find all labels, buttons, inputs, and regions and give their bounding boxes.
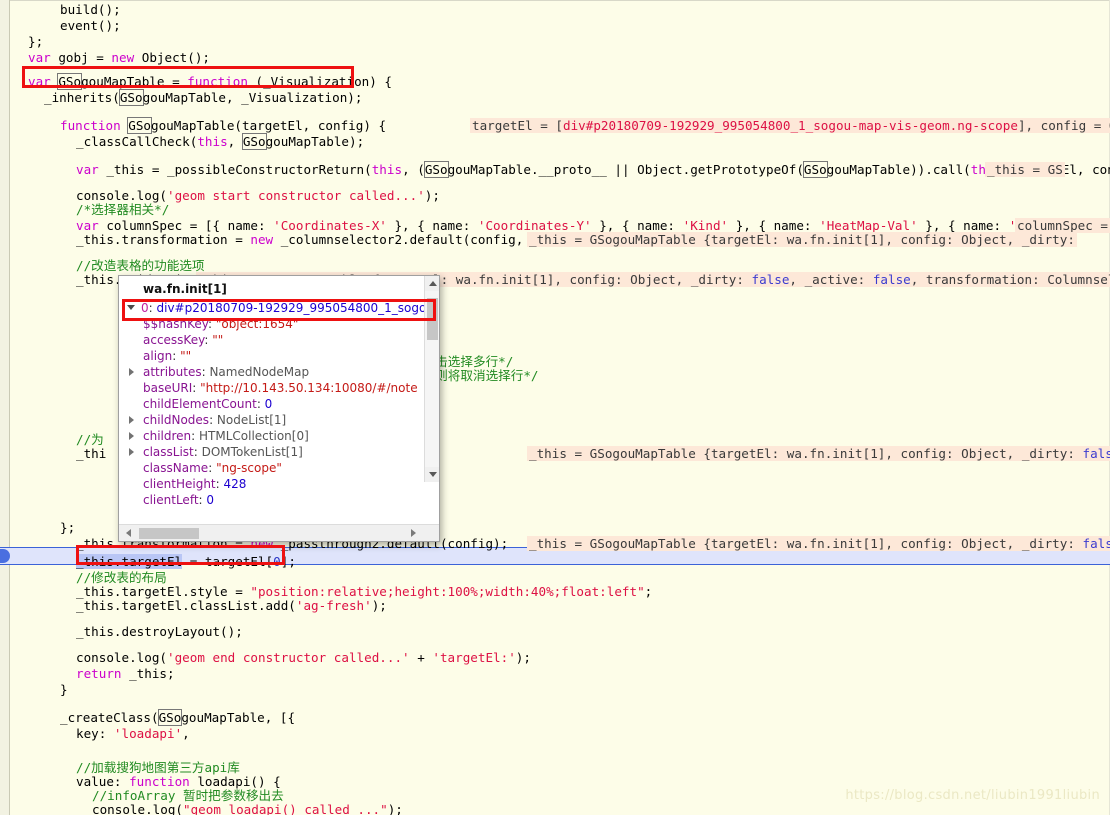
- popup-property-row[interactable]: 0: div#p20180709-192929_995054800_1_sogo…: [119, 300, 439, 316]
- property-separator: :: [192, 381, 201, 395]
- code-line[interactable]: };: [28, 34, 43, 50]
- popup-property-row[interactable]: attributes: NamedNodeMap: [119, 364, 439, 380]
- code-line[interactable]: key: 'loadapi',: [76, 726, 190, 742]
- scroll-left-button[interactable]: [121, 525, 136, 541]
- inline-debug-value: _this = GSogouMapTable {targetEl: wa.fn.…: [527, 536, 1110, 552]
- vertical-scroll-thumb[interactable]: [427, 298, 438, 340]
- property-value: 428: [223, 477, 247, 491]
- property-value: div#p20180709-192929_995054800_1_sogou-m…: [156, 301, 440, 315]
- popup-property-row[interactable]: $$hashKey: "object:1654": [119, 316, 439, 332]
- code-line[interactable]: build();: [60, 2, 121, 18]
- property-value: 0: [206, 493, 215, 506]
- property-value: DOMTokenList[1]: [201, 445, 303, 459]
- inline-debug-value: _this = GSogouMapTable {targetEl: wa.fn.…: [527, 446, 1110, 462]
- property-value: 0: [264, 397, 273, 411]
- code-line[interactable]: _this.destroyLayout();: [76, 624, 243, 640]
- popup-property-row[interactable]: accessKey: "": [119, 332, 439, 348]
- property-key: clientHeight: [143, 477, 216, 491]
- popup-property-row[interactable]: clientHeight: 428: [119, 476, 439, 492]
- popup-horizontal-scrollbar[interactable]: [119, 524, 439, 541]
- property-key: attributes: [143, 365, 202, 379]
- property-key: accessKey: [143, 333, 205, 347]
- property-value: NodeList[1]: [216, 413, 287, 427]
- property-separator: :: [148, 301, 157, 315]
- popup-property-row[interactable]: children: HTMLCollection[0]: [119, 428, 439, 444]
- code-line[interactable]: _thi: [76, 446, 106, 462]
- property-separator: :: [193, 445, 202, 459]
- popup-title: wa.fn.init[1]: [119, 276, 439, 300]
- triangle-down-icon: [429, 472, 437, 477]
- chevron-down-icon[interactable]: [127, 305, 135, 310]
- object-inspector-popup[interactable]: wa.fn.init[1] 0: div#p20180709-192929_99…: [118, 275, 440, 542]
- inline-debug-value: _this = GSogouMapTable {targetEl: wa.fn.…: [527, 232, 1077, 247]
- triangle-up-icon: [429, 281, 437, 286]
- property-key: childNodes: [143, 413, 210, 427]
- property-value: HTMLCollection[0]: [199, 429, 309, 443]
- property-value: "object:1654": [215, 317, 299, 331]
- triangle-left-icon: [126, 529, 131, 537]
- property-key: 0: [141, 301, 149, 315]
- scroll-down-button[interactable]: [425, 467, 439, 482]
- code-line[interactable]: }: [60, 682, 68, 698]
- popup-property-row[interactable]: align: "": [119, 348, 439, 364]
- triangle-right-icon: [411, 529, 416, 537]
- chevron-right-icon[interactable]: [129, 448, 134, 456]
- code-line[interactable]: var gobj = new Object();: [28, 50, 210, 66]
- property-separator: :: [204, 333, 213, 347]
- code-line[interactable]: _this.targetEl.classList.add('ag-fresh')…: [76, 598, 387, 614]
- property-key: childElementCount: [143, 397, 257, 411]
- popup-vertical-scrollbar[interactable]: [424, 276, 439, 482]
- popup-property-row[interactable]: className: "ng-scope": [119, 460, 439, 476]
- property-separator: :: [191, 429, 200, 443]
- property-separator: :: [209, 413, 217, 427]
- property-key: clientLeft: [143, 493, 199, 506]
- code-line[interactable]: event();: [60, 18, 121, 34]
- property-value: "ng-scope": [216, 461, 282, 475]
- property-key: children: [143, 429, 192, 443]
- code-line[interactable]: _this.targetEl = targetEl[0];: [76, 554, 296, 570]
- scroll-up-button[interactable]: [425, 276, 439, 291]
- property-separator: :: [207, 317, 216, 331]
- code-line[interactable]: /*选择器相关*/: [76, 202, 169, 218]
- property-separator: :: [208, 461, 217, 475]
- property-value: NamedNodeMap: [209, 365, 310, 379]
- popup-property-row[interactable]: clientLeft: 0: [119, 492, 439, 506]
- horizontal-scroll-thumb[interactable]: [139, 528, 199, 539]
- property-key: baseURI: [143, 381, 193, 395]
- property-key: classList: [143, 445, 194, 459]
- code-line[interactable]: console.log('geom end constructor called…: [76, 650, 531, 666]
- chevron-right-icon[interactable]: [129, 416, 134, 424]
- scroll-right-button[interactable]: [406, 525, 421, 541]
- property-separator: :: [172, 349, 181, 363]
- inline-debug-value: targetEl = [div#p20180709-192929_9950548…: [470, 118, 1110, 134]
- code-line[interactable]: };: [60, 520, 75, 536]
- chevron-right-icon[interactable]: [129, 432, 134, 440]
- property-value: "": [212, 333, 224, 347]
- popup-property-row[interactable]: childElementCount: 0: [119, 396, 439, 412]
- property-separator: :: [256, 397, 265, 411]
- property-key: align: [143, 349, 173, 363]
- property-value: "http://10.143.50.134:10080/#/note: [200, 381, 418, 395]
- code-line[interactable]: var GSogouMapTable = function (_Visualiz…: [28, 73, 392, 90]
- code-line[interactable]: function GSogouMapTable(targetEl, config…: [60, 117, 386, 134]
- watermark: https://blog.csdn.net/liubin1991liubin: [845, 788, 1100, 803]
- chevron-right-icon[interactable]: [129, 368, 134, 376]
- code-line[interactable]: console.log("geom loadapi() called ...")…: [92, 802, 403, 815]
- code-line[interactable]: _createClass(GSogouMapTable, [{: [60, 709, 295, 726]
- code-line[interactable]: _inherits(GSogouMapTable, _Visualization…: [44, 89, 362, 106]
- code-line[interactable]: var _this = _possibleConstructorReturn(t…: [76, 161, 1110, 178]
- code-line[interactable]: return _this;: [76, 666, 175, 682]
- code-line[interactable]: _classCallCheck(this, GSogouMapTable);: [76, 133, 364, 150]
- property-value: "": [180, 349, 192, 363]
- popup-property-list[interactable]: 0: div#p20180709-192929_995054800_1_sogo…: [119, 300, 439, 506]
- popup-property-row[interactable]: childNodes: NodeList[1]: [119, 412, 439, 428]
- popup-property-row[interactable]: baseURI: "http://10.143.50.134:10080/#/n…: [119, 380, 439, 396]
- code-editor-debug-screenshot: build(); event();}; var gobj = new Object(…: [0, 0, 1110, 815]
- property-key: className: [143, 461, 209, 475]
- popup-property-row[interactable]: classList: DOMTokenList[1]: [119, 444, 439, 460]
- inline-debug-value: _this = GS: [985, 162, 1065, 177]
- property-key: $$hashKey: [143, 317, 208, 331]
- property-separator: :: [215, 477, 224, 491]
